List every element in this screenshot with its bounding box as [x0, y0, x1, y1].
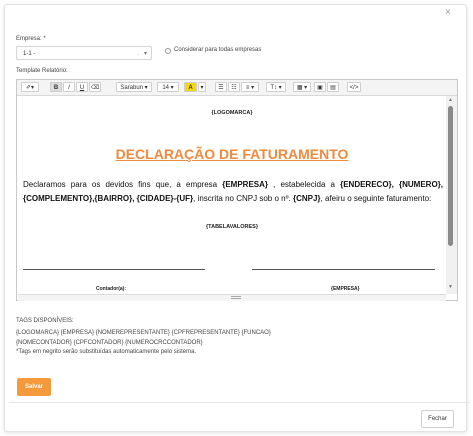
- bold-button[interactable]: B: [50, 82, 62, 92]
- scroll-down-icon[interactable]: ▼: [448, 285, 453, 290]
- rich-text-editor: ✐▾ B I U ⌫ Sarabun ▾ 14 ▾ A ▾ ☰ ☷ ≡ ▾ T↕…: [16, 79, 458, 301]
- document-title: DECLARAÇÃO DE FATURAMENTO: [115, 146, 349, 162]
- scroll-up-icon[interactable]: ▲: [448, 98, 453, 103]
- signature-contador-label: Contador(a):: [96, 286, 126, 292]
- table-button[interactable]: ▦ ▾: [293, 82, 311, 92]
- modal-dialog: × Empresa: * 1-1 - . ▾ Considerar para t…: [4, 4, 470, 432]
- resize-grip-icon: [231, 296, 241, 299]
- text-color-button[interactable]: A: [184, 82, 197, 92]
- font-size-select[interactable]: 14 ▾: [157, 82, 179, 92]
- underline-button[interactable]: U: [76, 82, 88, 92]
- scrollbar-thumb[interactable]: [448, 106, 453, 246]
- consider-all-label[interactable]: Considerar para todas empresas: [174, 47, 261, 53]
- save-button[interactable]: Salvar: [17, 378, 51, 396]
- signature-line-left: [23, 269, 205, 270]
- editor-toolbar: ✐▾ B I U ⌫ Sarabun ▾ 14 ▾ A ▾ ☰ ☷ ≡ ▾ T↕…: [17, 80, 457, 96]
- empresa-separator: .: [137, 51, 139, 57]
- eraser-icon[interactable]: ⌫: [89, 82, 101, 92]
- editor-content[interactable]: {LOGOMARCA} DECLARAÇÃO DE FATURAMENTO De…: [18, 96, 446, 294]
- logo-placeholder: {LOGOMARCA}: [211, 110, 253, 116]
- footer-divider: [9, 402, 470, 403]
- tags-heading: TAGS DISPONÍVEIS:: [16, 318, 74, 324]
- table-values-placeholder: {TABELAVALORES}: [206, 224, 258, 230]
- tags-list: {LOGOMARCA} {EMPRESA} {NOMEREPRESENTANTE…: [16, 328, 316, 348]
- declaration-paragraph: Declaramos para os devidos fins que, a e…: [23, 180, 444, 203]
- paragraph-align-button[interactable]: ≡ ▾: [241, 82, 259, 92]
- vertical-scrollbar[interactable]: ▲ ▼: [446, 96, 457, 294]
- unordered-list-icon[interactable]: ☰: [215, 82, 227, 92]
- italic-button[interactable]: I: [63, 82, 75, 92]
- picture-icon[interactable]: ▣: [314, 82, 326, 92]
- consider-all-checkbox[interactable]: [165, 48, 171, 54]
- editor-resize-handle[interactable]: [18, 294, 446, 301]
- font-family-select[interactable]: Sarabun ▾: [116, 82, 152, 92]
- signature-empresa-label: {EMPRESA}: [331, 286, 360, 292]
- chevron-down-icon[interactable]: ▾: [198, 82, 206, 92]
- video-icon[interactable]: ▤: [327, 82, 339, 92]
- ordered-list-icon[interactable]: ☷: [228, 82, 240, 92]
- empresa-value: 1-1 -: [23, 51, 36, 57]
- tags-line-2: {NOMECONTADOR} {CPFCONTADOR} {NUMEROCRCC…: [16, 340, 203, 346]
- line-height-button[interactable]: T↕ ▾: [266, 82, 286, 92]
- close-icon[interactable]: ×: [445, 8, 451, 18]
- empresa-select[interactable]: 1-1 - . ▾: [16, 46, 152, 60]
- tags-line-1: {LOGOMARCA} {EMPRESA} {NOMEREPRESENTANTE…: [16, 330, 271, 336]
- close-button[interactable]: Fechar: [421, 410, 454, 428]
- template-label: Template Relatório:: [16, 68, 68, 74]
- code-view-button[interactable]: </>: [347, 82, 361, 92]
- signature-line-right: [252, 269, 435, 270]
- empresa-label: Empresa: *: [16, 36, 46, 42]
- tags-note: *Tags em negrito serão substituídas auto…: [16, 349, 197, 355]
- magic-style-button[interactable]: ✐▾: [21, 82, 39, 92]
- chevron-down-icon: ▾: [143, 51, 147, 57]
